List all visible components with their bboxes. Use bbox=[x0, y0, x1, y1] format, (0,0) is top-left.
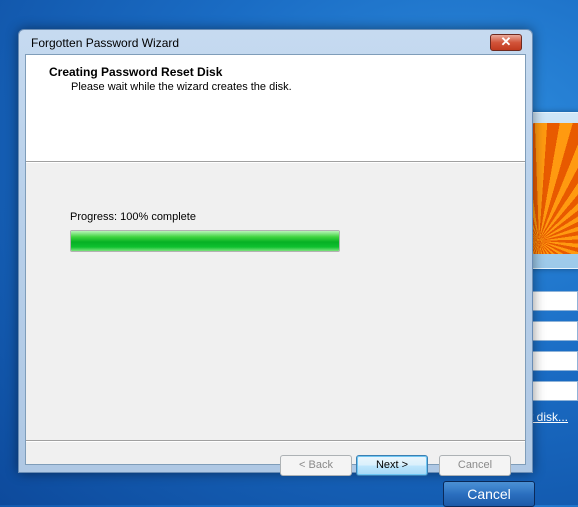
background-cancel-button[interactable]: Cancel bbox=[443, 481, 535, 507]
background-field-3[interactable] bbox=[528, 351, 578, 371]
background-field-1[interactable] bbox=[528, 291, 578, 311]
progress-bar-fill bbox=[71, 231, 339, 251]
cancel-button[interactable]: Cancel bbox=[439, 455, 511, 476]
progress-label: Progress: 100% complete bbox=[70, 211, 196, 223]
user-picture bbox=[529, 123, 578, 254]
back-button[interactable]: < Back bbox=[280, 455, 352, 476]
close-button[interactable]: ✕ bbox=[490, 34, 522, 51]
progress-bar bbox=[70, 230, 340, 252]
background-field-2[interactable] bbox=[528, 321, 578, 341]
wizard-content: Creating Password Reset Disk Please wait… bbox=[25, 54, 526, 476]
wizard-header: Creating Password Reset Disk Please wait… bbox=[26, 55, 525, 161]
header-divider bbox=[26, 161, 525, 163]
reset-password-link[interactable]: t disk... bbox=[530, 410, 568, 424]
close-icon: ✕ bbox=[500, 34, 512, 49]
wizard-window: Forgotten Password Wizard ✕ Creating Pas… bbox=[18, 29, 533, 476]
page-title: Creating Password Reset Disk bbox=[49, 65, 223, 79]
footer-divider bbox=[26, 440, 525, 442]
window-title: Forgotten Password Wizard bbox=[31, 36, 180, 50]
next-button[interactable]: Next > bbox=[356, 455, 428, 476]
background-field-4[interactable] bbox=[528, 381, 578, 401]
page-subtitle: Please wait while the wizard creates the… bbox=[71, 81, 292, 93]
